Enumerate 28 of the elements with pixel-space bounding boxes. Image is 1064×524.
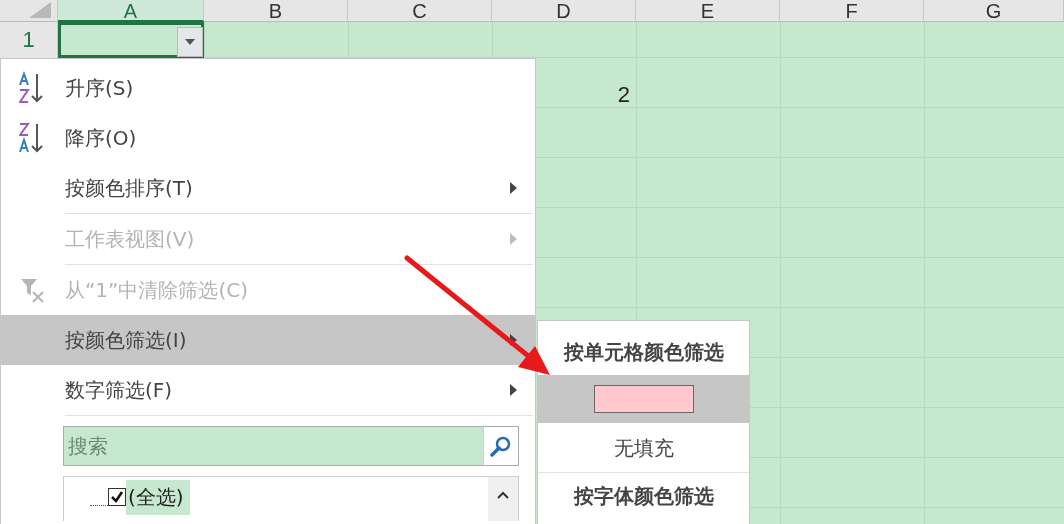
color-option[interactable] [538, 375, 749, 423]
submenu-item[interactable]: 无填充 [538, 424, 749, 472]
search-icon [490, 435, 512, 457]
menu-item[interactable]: 按颜色筛选(I) [1, 315, 535, 365]
menu-item[interactable]: 升序(S) [1, 63, 535, 113]
row-header[interactable]: 1 [22, 27, 35, 53]
caret-icon [185, 39, 195, 45]
menu-item[interactable]: 数字筛选(F) [1, 365, 535, 415]
search-field[interactable]: 搜索 [63, 426, 483, 466]
checkbox[interactable] [108, 488, 126, 506]
menu-item[interactable]: 按颜色排序(T) [1, 163, 535, 213]
column-header[interactable]: A [58, 0, 204, 22]
search-button[interactable] [483, 426, 519, 466]
submenu-heading: 按单元格颜色筛选 [562, 338, 725, 366]
submenu-heading: 按字体颜色筛选 [572, 482, 715, 510]
column-header[interactable]: G [924, 0, 1064, 22]
column-header[interactable]: F [780, 0, 924, 22]
scroll-up-icon[interactable] [497, 491, 509, 499]
column-header[interactable]: B [204, 0, 348, 22]
value-label[interactable]: (全选) [126, 479, 190, 515]
clear-filter-icon [20, 277, 46, 303]
cell-value: 2 [616, 82, 630, 108]
column-header[interactable]: D [492, 0, 636, 22]
column-header[interactable]: E [636, 0, 780, 22]
menu-item[interactable]: 降序(O) [1, 113, 535, 163]
column-header[interactable]: C [348, 0, 492, 22]
selected-cell[interactable] [58, 22, 204, 58]
filter-dropdown-button[interactable] [177, 27, 203, 57]
